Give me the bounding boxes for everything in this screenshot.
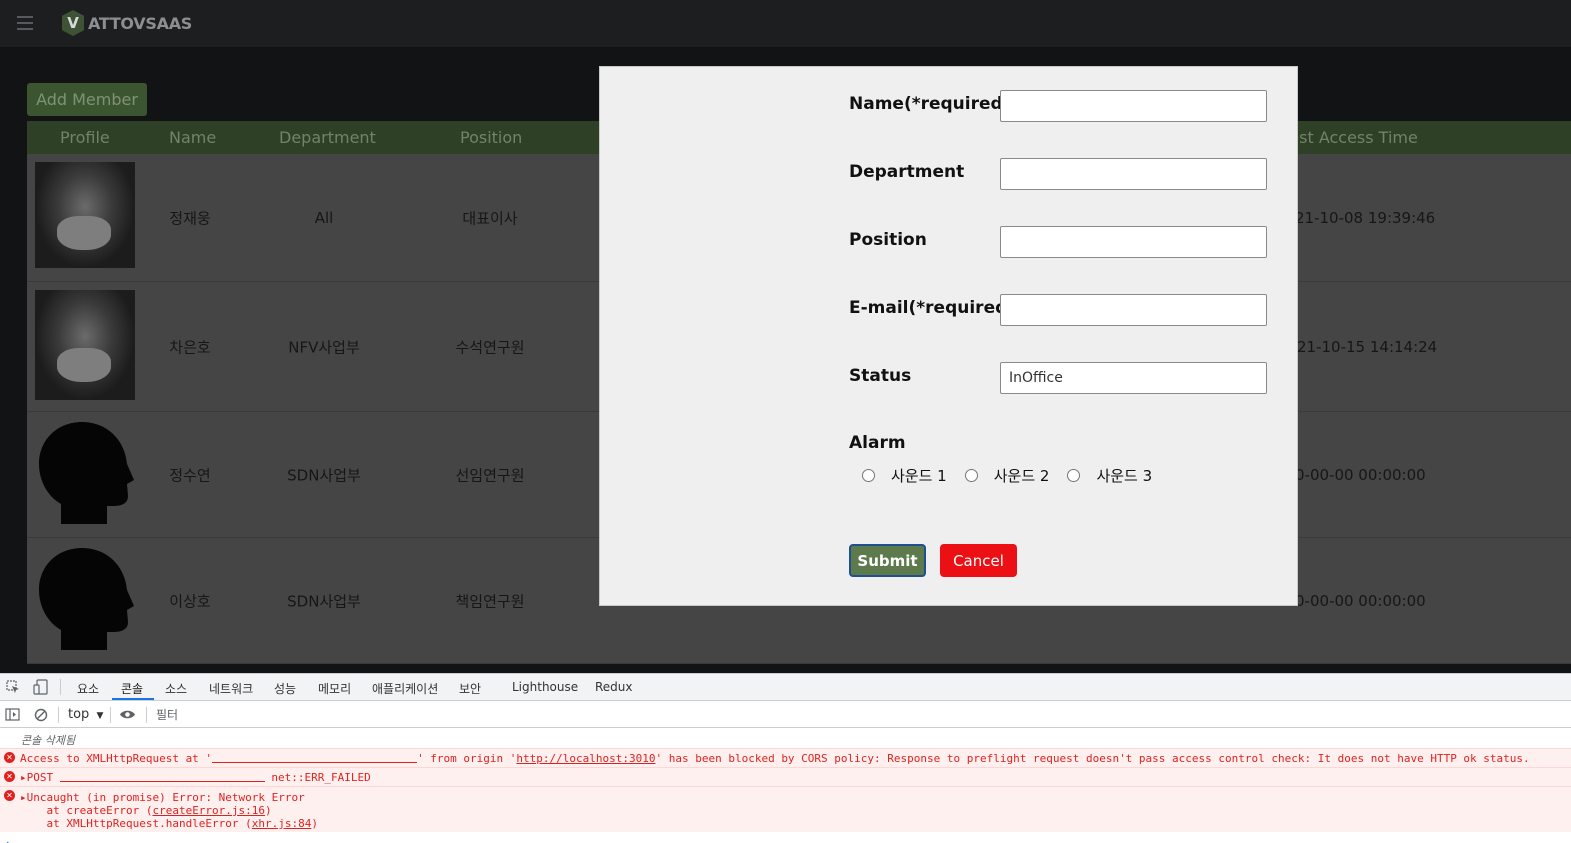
member-access-time: 21-10-15 14:14:24 <box>1297 337 1438 356</box>
tab-memory[interactable]: 메모리 <box>318 680 351 697</box>
member-position: 선임연구원 <box>455 466 525 484</box>
alarm-radio-1[interactable] <box>862 469 875 482</box>
member-access-time: 21-10-08 19:39:46 <box>1295 208 1436 227</box>
avatar <box>35 546 135 652</box>
member-department: All <box>314 208 334 227</box>
avatar <box>35 290 135 400</box>
add-member-button[interactable]: Add Member <box>27 83 147 116</box>
expand-arrow-icon[interactable]: ▸ <box>20 771 27 784</box>
email-input[interactable] <box>1000 294 1267 326</box>
alarm-radio-group: 사운드 1 사운드 2 사운드 3 <box>862 465 1170 486</box>
brand-name: ATTOVSAAS <box>88 13 193 33</box>
column-header-position: Position <box>460 128 523 147</box>
position-label: Position <box>849 230 927 250</box>
error-icon: ✕ <box>4 771 15 782</box>
console-cleared-message: 콘솔 삭제됨 <box>21 734 76 747</box>
context-value: top <box>68 707 90 722</box>
department-input[interactable] <box>1000 158 1267 190</box>
clear-console-icon[interactable] <box>34 708 48 722</box>
eye-icon[interactable] <box>119 709 136 720</box>
member-access-time: 0-00-00 00:00:00 <box>1295 465 1426 484</box>
member-access-time: 0-00-00 00:00:00 <box>1295 591 1426 610</box>
cancel-button[interactable]: Cancel <box>940 544 1017 577</box>
console-error-post[interactable]: ✕ ▸POST net::ERR_FAILED <box>0 767 1571 786</box>
alarm-label: Alarm <box>849 433 906 453</box>
stack-link[interactable]: xhr.js:84 <box>252 817 312 830</box>
person-silhouette-icon <box>39 422 134 524</box>
error-icon: ✕ <box>4 790 15 801</box>
column-header-access-time: test Access Time <box>1283 128 1418 147</box>
submit-button[interactable]: Submit <box>849 544 926 577</box>
stack-link[interactable]: createError.js:16 <box>152 804 265 817</box>
devtools-tab-bar: 요소 콘솔 소스 네트워크 성능 메모리 애플리케이션 보안 Lighthous… <box>0 674 1571 701</box>
add-member-modal: Name(*required) Department Position E-ma… <box>599 66 1298 606</box>
sidebar-toggle-icon[interactable] <box>5 708 20 721</box>
alarm-option-label[interactable]: 사운드 3 <box>1096 465 1152 486</box>
device-toolbar-icon[interactable] <box>33 679 48 695</box>
tab-lighthouse[interactable]: Lighthouse <box>512 680 578 694</box>
console-filter-input[interactable]: 필터 <box>156 706 178 723</box>
brand-logo[interactable]: V ATTOVSAAS <box>62 10 192 36</box>
member-position: 책임연구원 <box>455 592 525 610</box>
column-header-profile: Profile <box>60 128 110 147</box>
person-silhouette-icon <box>39 548 134 650</box>
tab-application[interactable]: 애플리케이션 <box>372 680 438 697</box>
name-input[interactable] <box>1000 90 1267 122</box>
tab-security[interactable]: 보안 <box>459 680 481 697</box>
inspect-element-icon[interactable] <box>6 680 20 694</box>
expand-arrow-icon[interactable]: ▸ <box>20 791 27 804</box>
brand-badge: V <box>62 10 84 36</box>
avatar <box>35 420 135 526</box>
console-error-uncaught[interactable]: ✕ ▸Uncaught (in promise) Error: Network … <box>0 786 1571 832</box>
tab-elements[interactable]: 요소 <box>77 680 99 697</box>
app-window: V ATTOVSAAS Add Member Profile Name Depa… <box>0 0 1571 673</box>
column-header-name: Name <box>169 128 217 147</box>
alarm-option-label[interactable]: 사운드 1 <box>891 465 947 486</box>
status-input[interactable] <box>1000 362 1267 394</box>
email-label: E-mail(*required) <box>849 298 1016 318</box>
alarm-option-label[interactable]: 사운드 2 <box>994 465 1050 486</box>
member-name: 정재웅 <box>169 209 211 227</box>
status-label: Status <box>849 366 912 386</box>
devtools-panel: 요소 콘솔 소스 네트워크 성능 메모리 애플리케이션 보안 Lighthous… <box>0 673 1571 843</box>
console-error-cors[interactable]: ✕ Access to XMLHttpRequest at ' ' from or… <box>0 748 1571 767</box>
name-label: Name(*required) <box>849 94 1011 114</box>
member-department: SDN사업부 <box>287 466 361 484</box>
alarm-radio-2[interactable] <box>964 469 978 482</box>
position-input[interactable] <box>1000 226 1267 258</box>
alarm-radio-3[interactable] <box>1067 469 1081 482</box>
tab-console[interactable]: 콘솔 <box>121 680 143 697</box>
console-toolbar: top ▼ 필터 <box>0 702 1571 728</box>
avatar <box>35 162 135 268</box>
member-department: NFV사업부 <box>288 338 360 356</box>
console-prompt-icon[interactable]: › <box>6 837 11 843</box>
member-position: 대표이사 <box>462 209 518 227</box>
context-selector[interactable]: top ▼ <box>68 707 103 722</box>
chevron-down-icon: ▼ <box>96 711 104 721</box>
origin-link[interactable]: http://localhost:3010 <box>516 752 655 765</box>
tab-performance[interactable]: 성능 <box>274 680 296 697</box>
error-icon: ✕ <box>4 752 15 763</box>
member-name: 정수연 <box>169 466 211 484</box>
menu-icon[interactable] <box>17 16 33 30</box>
top-bar: V ATTOVSAAS <box>0 0 1571 47</box>
member-name: 차은호 <box>169 338 211 356</box>
tab-sources[interactable]: 소스 <box>165 680 187 697</box>
tab-redux[interactable]: Redux <box>595 680 633 694</box>
tab-network[interactable]: 네트워크 <box>209 680 253 697</box>
department-label: Department <box>849 162 965 182</box>
column-header-department: Department <box>279 128 376 147</box>
member-department: SDN사업부 <box>287 592 361 610</box>
member-position: 수석연구원 <box>455 338 525 356</box>
member-name: 이상호 <box>169 592 211 610</box>
